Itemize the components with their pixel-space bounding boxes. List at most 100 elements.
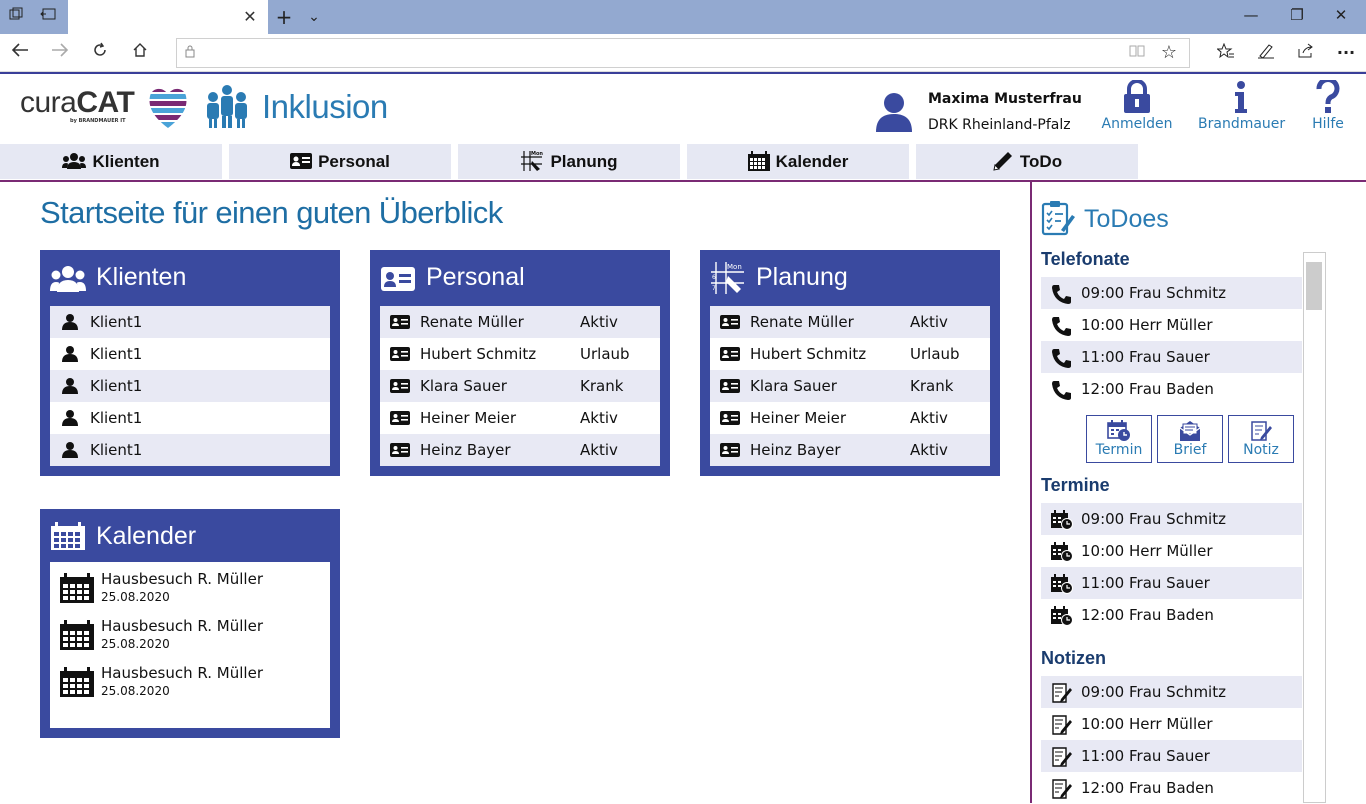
card-planung-header[interactable]: Mon 6 7 Planung — [700, 250, 1000, 306]
list-item[interactable]: Klient1 — [50, 306, 330, 338]
note-todo-item[interactable]: 12:00 Frau Baden — [1041, 772, 1302, 804]
logo-text-cat: CAT — [76, 86, 135, 119]
planning-icon: Mon 6 7 — [711, 262, 744, 294]
card-planung: Mon 6 7 Planung Renate Müller Aktiv Huber… — [700, 250, 1000, 476]
phone-todo-item[interactable]: 12:00 Frau Baden — [1041, 373, 1302, 405]
table-row[interactable]: Heiner Meier Aktiv — [380, 402, 660, 434]
table-row[interactable]: Renate Müller Aktiv — [380, 306, 660, 338]
brandmauer-button[interactable]: Brandmauer — [1198, 80, 1286, 138]
staff-name: Heiner Meier — [750, 409, 847, 427]
calendar-entry[interactable]: Hausbesuch R. Müller 25.08.2020 — [50, 656, 330, 703]
note-todo-item[interactable]: 09:00 Frau Schmitz — [1041, 676, 1302, 708]
id-card-icon — [390, 411, 410, 425]
close-window-button[interactable]: ✕ — [1326, 6, 1356, 24]
favorites-icon[interactable] — [1214, 42, 1238, 63]
client-name: Klient1 — [90, 377, 143, 395]
phone-todo-item[interactable]: 09:00 Frau Schmitz — [1041, 277, 1302, 309]
calendar-icon — [60, 620, 94, 650]
todo-text: 11:00 Frau Sauer — [1081, 348, 1210, 366]
minimize-button[interactable]: — — [1236, 6, 1266, 24]
address-bar: ☆ ··· — [0, 34, 1366, 72]
card-kalender-header[interactable]: Kalender — [40, 509, 340, 562]
refresh-button[interactable] — [88, 42, 112, 64]
sidebar-scrollbar-thumb[interactable] — [1306, 262, 1322, 310]
phone-todo-item[interactable]: 10:00 Herr Müller — [1041, 309, 1302, 341]
note-todo-item[interactable]: 11:00 Frau Sauer — [1041, 740, 1302, 772]
appointment-todo-item[interactable]: 11:00 Frau Sauer — [1041, 567, 1302, 599]
add-termin-label: Termin — [1095, 442, 1143, 458]
calendar-entry[interactable]: Hausbesuch R. Müller 25.08.2020 — [50, 609, 330, 656]
pen-icon[interactable] — [1254, 43, 1278, 63]
staff-name: Klara Sauer — [750, 377, 837, 395]
tab-personal[interactable]: Personal — [229, 144, 451, 179]
calendar-entry[interactable]: Hausbesuch R. Müller 25.08.2020 — [50, 562, 330, 609]
phone-todo-item[interactable]: 11:00 Frau Sauer — [1041, 341, 1302, 373]
forward-button[interactable] — [48, 42, 72, 64]
planning-icon: Mon — [521, 150, 544, 171]
calendar-entry-title: Hausbesuch R. Müller — [101, 617, 263, 635]
list-item[interactable]: Klient1 — [50, 434, 330, 466]
login-button[interactable]: Anmelden — [1100, 80, 1174, 138]
reading-view-icon[interactable] — [1129, 44, 1145, 62]
phone-icon — [1052, 317, 1071, 336]
note-icon — [1052, 715, 1072, 735]
todo-text: 12:00 Frau Baden — [1081, 779, 1214, 797]
table-row[interactable]: Heiner Meier Aktiv — [710, 402, 990, 434]
client-name: Klient1 — [90, 313, 143, 331]
table-row[interactable]: Heinz Bayer Aktiv — [380, 434, 660, 466]
card-personal-header[interactable]: Personal — [370, 250, 670, 306]
tab-overview-icon[interactable] — [6, 7, 26, 27]
info-icon — [1235, 81, 1247, 113]
card-klienten-header[interactable]: Klienten — [40, 250, 340, 306]
favorite-star-icon[interactable]: ☆ — [1161, 42, 1177, 63]
table-row[interactable]: Hubert Schmitz Urlaub — [380, 338, 660, 370]
help-icon — [1316, 80, 1340, 113]
back-button[interactable] — [8, 42, 32, 64]
appointment-todo-item[interactable]: 09:00 Frau Schmitz — [1041, 503, 1302, 535]
tab-kalender[interactable]: Kalender — [687, 144, 909, 179]
share-icon[interactable] — [1294, 43, 1318, 63]
brandmauer-label: Brandmauer — [1198, 116, 1286, 132]
add-brief-button[interactable]: Brief — [1157, 415, 1223, 463]
more-menu-icon[interactable]: ··· — [1334, 43, 1358, 62]
note-todo-item[interactable]: 10:00 Herr Müller — [1041, 708, 1302, 740]
navigation-divider — [0, 180, 1366, 182]
set-tabs-aside-icon[interactable] — [38, 7, 58, 27]
calendar-entry-date: 25.08.2020 — [101, 590, 170, 604]
list-item[interactable]: Klient1 — [50, 402, 330, 434]
appointment-todo-item[interactable]: 12:00 Frau Baden — [1041, 599, 1302, 631]
appointment-todo-item[interactable]: 10:00 Herr Müller — [1041, 535, 1302, 567]
tab-planung[interactable]: Mon Planung — [458, 144, 680, 179]
todo-text: 10:00 Herr Müller — [1081, 542, 1213, 560]
list-item[interactable]: Klient1 — [50, 370, 330, 402]
sidebar-scrollbar[interactable] — [1303, 252, 1326, 803]
phone-icon — [1052, 381, 1071, 400]
app-title: Inklusion — [262, 88, 388, 125]
table-row[interactable]: Heinz Bayer Aktiv — [710, 434, 990, 466]
home-button[interactable] — [128, 42, 152, 64]
id-card-icon — [720, 443, 740, 457]
card-personal-title: Personal — [426, 263, 525, 291]
list-item[interactable]: Klient1 — [50, 338, 330, 370]
family-icon — [207, 85, 247, 128]
new-tab-button[interactable]: + — [274, 7, 294, 27]
restore-button[interactable]: ❐ — [1282, 6, 1312, 24]
add-termin-button[interactable]: Termin — [1086, 415, 1152, 463]
help-button[interactable]: Hilfe — [1304, 80, 1352, 138]
table-row[interactable]: Hubert Schmitz Urlaub — [710, 338, 990, 370]
card-klienten: Klienten Klient1 Klient1 Klient1 Klient1… — [40, 250, 340, 476]
tab-klienten[interactable]: Klienten — [0, 144, 222, 179]
tab-todo[interactable]: ToDo — [916, 144, 1138, 179]
table-row[interactable]: Klara Sauer Krank — [380, 370, 660, 402]
browser-tab-active[interactable] — [68, 0, 268, 34]
lock-icon — [1124, 80, 1150, 113]
table-row[interactable]: Renate Müller Aktiv — [710, 306, 990, 338]
tab-menu-chevron-icon[interactable]: ⌄ — [304, 7, 324, 27]
add-notiz-button[interactable]: Notiz — [1228, 415, 1294, 463]
url-input[interactable]: ☆ — [176, 38, 1190, 68]
checklist-icon — [1041, 201, 1075, 236]
id-card-icon — [390, 347, 410, 361]
curacat-logo[interactable]: curaCAT by BRANDMAUER IT — [20, 84, 190, 132]
table-row[interactable]: Klara Sauer Krank — [710, 370, 990, 402]
tab-close-icon[interactable]: ✕ — [240, 7, 260, 26]
